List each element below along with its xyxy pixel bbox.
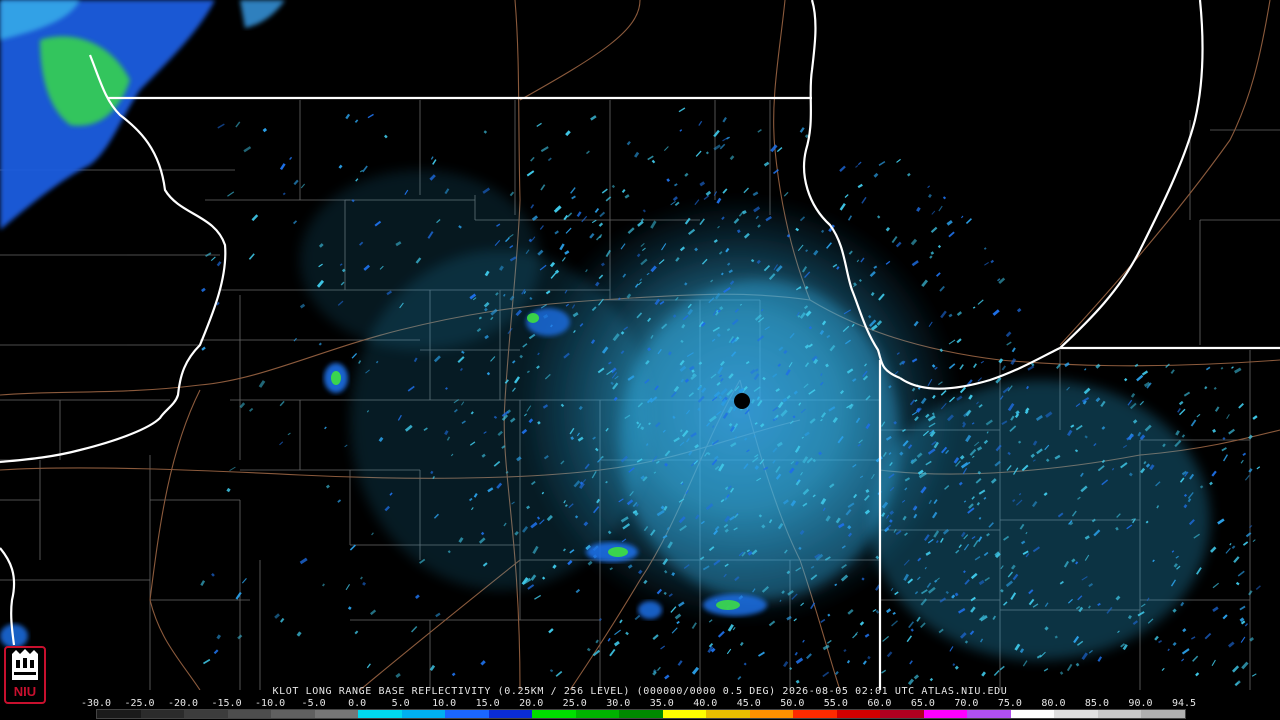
colorbar-segment [575, 710, 620, 718]
colorbar-segment [662, 710, 707, 718]
colorbar-label: 45.0 [736, 698, 761, 709]
colorbar-label: -5.0 [301, 698, 326, 709]
product-caption: KLOT LONG RANGE BASE REFLECTIVITY (0.25K… [272, 686, 1008, 697]
colorbar-label: 70.0 [954, 698, 979, 709]
colorbar-label: 35.0 [649, 698, 674, 709]
colorbar-segment [793, 710, 837, 718]
colorbar-label: 80.0 [1041, 698, 1066, 709]
colorbar-segment [619, 710, 663, 718]
colorbar-label: 30.0 [606, 698, 631, 709]
niu-logo: NIU [4, 646, 46, 704]
colorbar-label: 50.0 [780, 698, 805, 709]
reflectivity-colorbar [96, 709, 1186, 719]
colorbar-label: 85.0 [1084, 698, 1109, 709]
colorbar-label: 94.5 [1171, 698, 1197, 709]
colorbar-label: -20.0 [167, 698, 199, 709]
colorbar-segment [1010, 710, 1055, 718]
colorbar-segment [923, 710, 968, 718]
colorbar-segment [358, 710, 402, 718]
radar-site-marker [734, 393, 750, 409]
colorbar-segment [227, 710, 272, 718]
colorbar-segment [314, 710, 359, 718]
colorbar-label: 10.0 [432, 698, 457, 709]
colorbar-label: -15.0 [211, 698, 242, 709]
colorbar-label: -25.0 [124, 698, 155, 709]
colorbar-segment [1054, 710, 1098, 718]
colorbar-segment [488, 710, 533, 718]
colorbar-label: 55.0 [823, 698, 848, 709]
colorbar-segment [401, 710, 446, 718]
colorbar-segment [532, 710, 576, 718]
colorbar-label: 65.0 [910, 698, 935, 709]
colorbar-label: 15.0 [475, 698, 500, 709]
colorbar-label: 40.0 [693, 698, 718, 709]
colorbar-segment [97, 710, 141, 718]
colorbar-label: 0.0 [348, 698, 367, 709]
colorbar-label: 90.0 [1128, 698, 1153, 709]
colorbar-segment [271, 710, 315, 718]
colorbar-label: 60.0 [867, 698, 892, 709]
colorbar-label: -10.0 [255, 698, 286, 709]
radar-map [0, 0, 1280, 690]
colorbar-segment [706, 710, 750, 718]
colorbar-label: 20.0 [519, 698, 544, 709]
colorbar-label: 5.0 [391, 698, 410, 709]
colorbar-label: -30.0 [80, 698, 112, 709]
colorbar-segment [749, 710, 794, 718]
colorbar-segment [836, 710, 881, 718]
niu-logo-text: NIU [14, 684, 36, 699]
colorbar-label: 75.0 [997, 698, 1022, 709]
colorbar-segment [880, 710, 924, 718]
colorbar-segment [184, 710, 228, 718]
colorbar-segment [1097, 710, 1142, 718]
colorbar-segment [1141, 710, 1185, 718]
colorbar-label: 25.0 [562, 698, 587, 709]
colorbar-segment [140, 710, 185, 718]
colorbar-segment [967, 710, 1011, 718]
colorbar-segment [445, 710, 489, 718]
